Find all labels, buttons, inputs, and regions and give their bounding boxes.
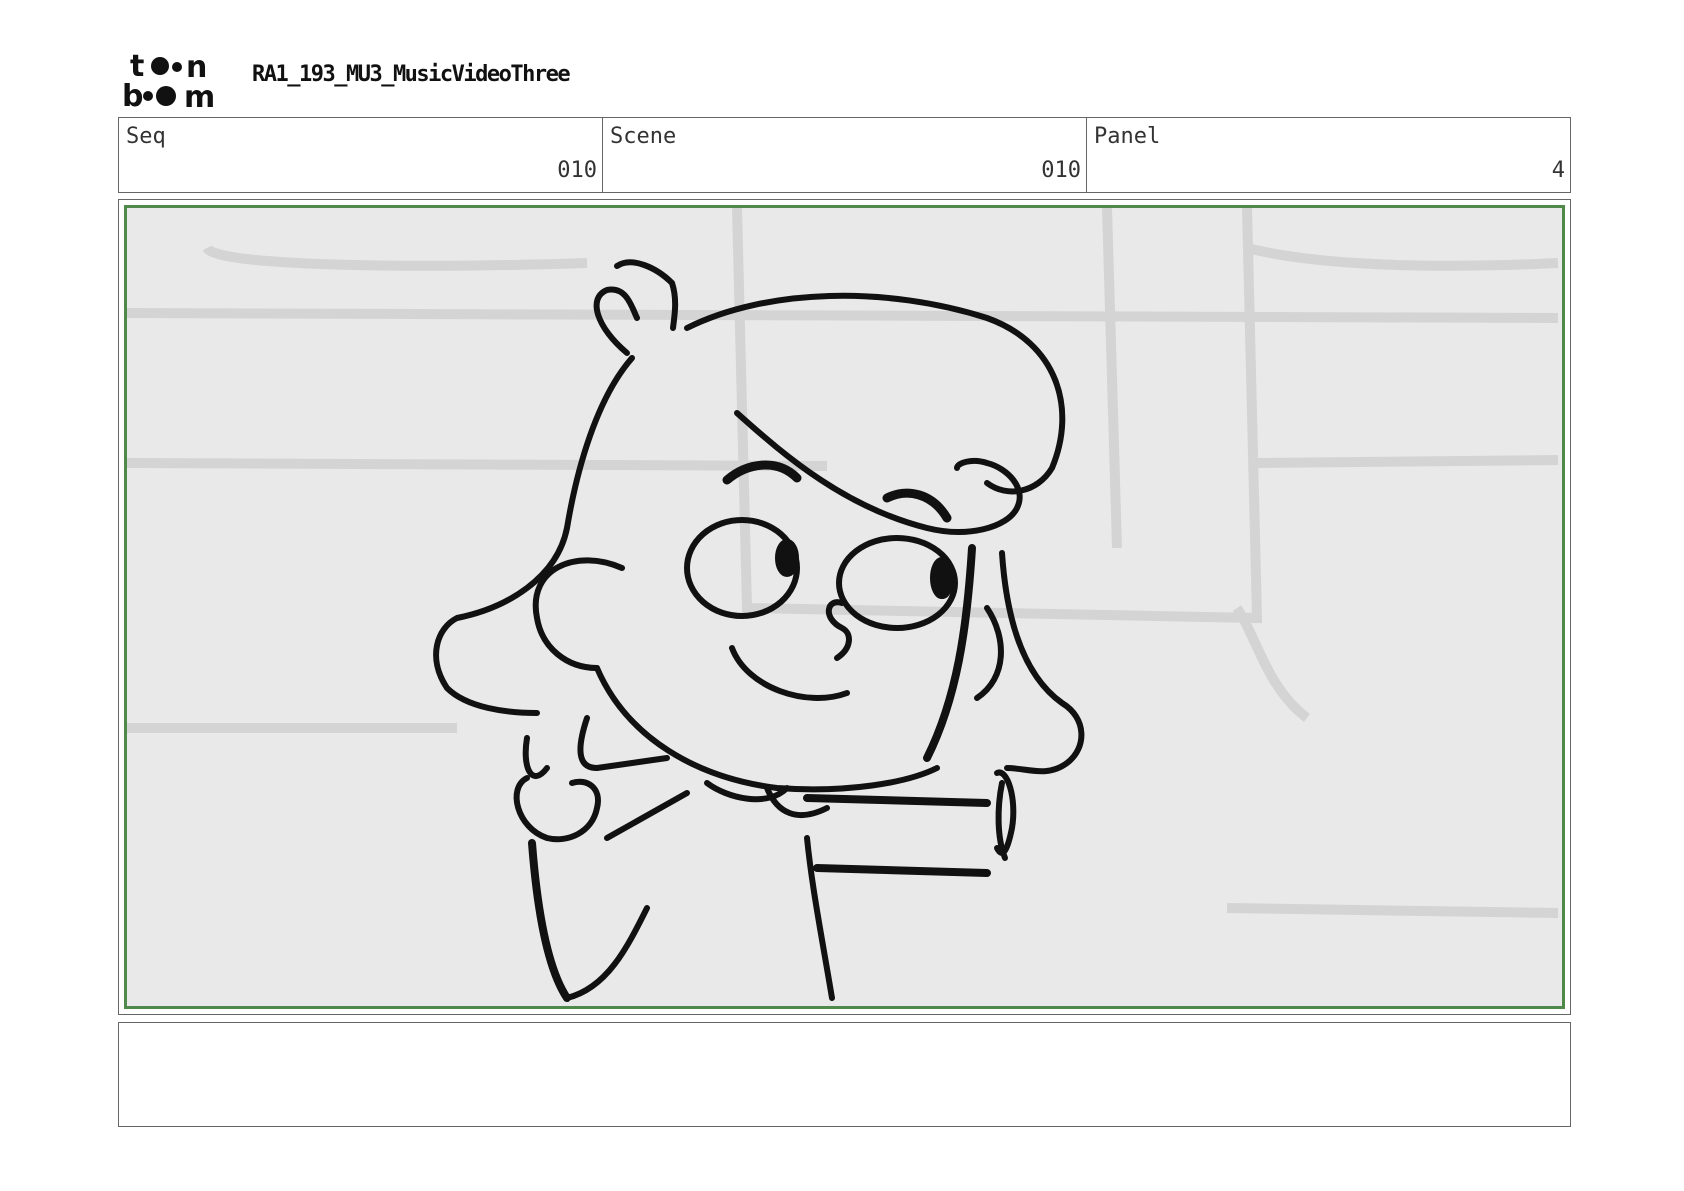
panel-label: Panel <box>1094 124 1161 149</box>
panel-frame <box>118 199 1571 1015</box>
torso-line <box>804 835 835 1001</box>
hand-left-finger <box>577 715 600 771</box>
arm-lower <box>813 864 991 877</box>
hand-right-finger <box>995 780 1008 861</box>
background-sketch <box>127 208 1558 918</box>
arm-left-lower <box>604 790 690 841</box>
seq-value: 010 <box>557 158 597 183</box>
hair-tuft <box>593 286 640 356</box>
arm-left <box>594 755 670 771</box>
logo-dot <box>156 86 176 106</box>
body-left <box>528 839 571 1002</box>
body-fold <box>564 905 650 1001</box>
eyebrow-right <box>882 488 952 523</box>
hair-bangs <box>734 410 1023 535</box>
mouth <box>729 645 850 701</box>
toonboom-logo: t n b m <box>122 50 215 110</box>
pupil-right <box>930 557 954 599</box>
logo-letter-m: m <box>184 80 215 110</box>
panel-info-header: Seq 010 Scene 010 Panel 4 <box>118 117 1571 193</box>
logo-dot <box>143 91 153 101</box>
ear <box>532 557 625 671</box>
scene-label: Scene <box>610 124 677 149</box>
document-title: RA1_193_MU3_MusicVideoThree <box>252 62 571 87</box>
character-lineart <box>433 259 1085 1002</box>
arm-upper <box>803 794 991 807</box>
scene-value: 010 <box>1041 158 1081 183</box>
pupil-left <box>775 539 799 577</box>
sketch-drawing <box>127 208 1558 1002</box>
hair-left <box>433 355 635 716</box>
hand-left <box>513 775 601 843</box>
hair-right-outer <box>999 550 1085 775</box>
storyboard-sketch <box>124 205 1565 1009</box>
ear-right <box>974 605 1004 701</box>
scene-cell: Scene 010 <box>603 118 1087 192</box>
logo-dot <box>151 57 169 75</box>
seq-label: Seq <box>126 124 166 149</box>
logo-dot <box>172 62 182 72</box>
panel-cell: Panel 4 <box>1087 118 1570 192</box>
logo-letter-b: b <box>122 79 143 110</box>
panel-value: 4 <box>1551 158 1565 183</box>
caption-box <box>118 1022 1571 1127</box>
seq-cell: Seq 010 <box>119 118 603 192</box>
hand-left-thumb <box>522 735 550 779</box>
